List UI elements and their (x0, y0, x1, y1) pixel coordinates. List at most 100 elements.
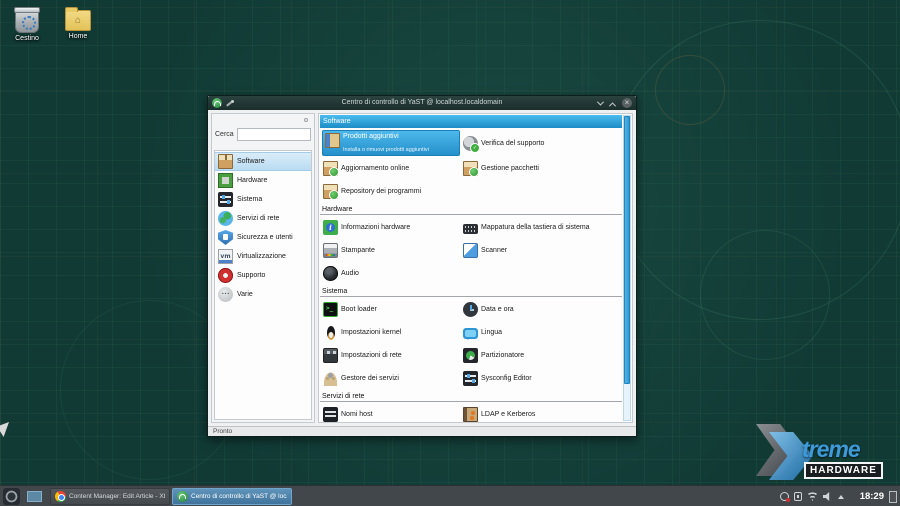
sidebar-item-label: Hardware (237, 177, 267, 184)
tile-label: Aggiornamento online (341, 165, 409, 172)
tile-scanner[interactable]: Scanner (462, 240, 620, 261)
show-desktop-button[interactable] (888, 489, 898, 504)
minimize-button[interactable] (597, 98, 604, 105)
globe-icon (218, 211, 233, 226)
section-grid-sistema: Boot loaderData e ora Impostazioni kernel… (322, 299, 620, 389)
section-grid-hardware: Informazioni hardware Mappatura della tas… (322, 217, 620, 284)
desktop-icon-home[interactable]: Home (51, 7, 105, 40)
tile-label: Gestore dei servizi (341, 375, 399, 382)
support-check-icon (463, 136, 478, 151)
search-label: Cerca (215, 131, 234, 138)
tile-label: LDAP e Kerberos (481, 411, 535, 418)
pin-icon[interactable] (226, 99, 234, 108)
sidebar-item-varie[interactable]: Varie (215, 285, 311, 304)
tile-gestione-pacchetti[interactable]: Gestione pacchetti (462, 158, 620, 179)
tile-stampante[interactable]: Stampante (322, 240, 460, 261)
app-launcher-button[interactable] (3, 488, 20, 505)
tile-data-e-ora[interactable]: Data e ora (462, 299, 620, 320)
sidebar-item-virtualizzazione[interactable]: Virtualizzazione (215, 247, 311, 266)
sidebar-item-sicurezza-e-utenti[interactable]: Sicurezza e utenti (215, 228, 311, 247)
bootloader-icon (323, 302, 338, 317)
tile-prodotti-aggiuntivi[interactable]: Prodotti aggiuntiviInstalla o rimuovi pr… (322, 130, 460, 156)
tile-verifica-del-supporto[interactable]: Verifica del supporto (462, 130, 620, 156)
tile-subtitle: Installa o rimuovi prodotti aggiuntivi (343, 147, 429, 153)
sidebar-item-software[interactable]: Software (215, 152, 311, 171)
tile-nomi-host[interactable]: Nomi host (322, 404, 460, 422)
tile-repository-dei-programmi[interactable]: Repository dei programmi (322, 181, 460, 202)
maximize-button[interactable] (609, 102, 616, 109)
clock[interactable]: 18:29 (860, 486, 884, 506)
dots-icon (218, 287, 233, 302)
home-folder-icon (65, 10, 91, 31)
tile-impostazioni-di-rete[interactable]: Impostazioni di rete (322, 345, 460, 366)
tile-label: Nomi host (341, 411, 373, 418)
search-input[interactable] (237, 128, 311, 141)
device-notifier-icon[interactable] (794, 492, 802, 501)
virtual-desktop-pager[interactable] (27, 491, 42, 502)
close-button[interactable] (622, 98, 632, 108)
sidebar-item-label: Sicurezza e utenti (237, 234, 293, 241)
window-title: Centro di controllo di YaST @ localhost.… (208, 96, 636, 110)
updates-icon[interactable] (780, 492, 789, 501)
sysconfig-icon (463, 371, 478, 386)
sidebar-item-supporto[interactable]: Supporto (215, 266, 311, 285)
task-label: Content Manager: Edit Article - Xtr... (69, 493, 165, 500)
update-package-icon (323, 161, 338, 176)
task-content-manager-edit-article-xtr[interactable]: Content Manager: Edit Article - Xtr... (50, 488, 170, 505)
tile-mappatura-della-tastiera-di-sistema[interactable]: Mappatura della tastiera di sistema (462, 217, 620, 238)
tile-impostazioni-kernel[interactable]: Impostazioni kernel (322, 322, 460, 343)
scrollbar[interactable] (623, 115, 631, 421)
scrollbar-thumb[interactable] (624, 116, 630, 384)
logo-hardware-text: HARDWARE (804, 462, 883, 479)
sidebar-handle-dot (304, 118, 308, 122)
hostname-icon (323, 407, 338, 422)
scanner-icon (463, 243, 478, 258)
tile-lingua[interactable]: Lingua (462, 322, 620, 343)
tile-label: Stampante (341, 247, 375, 254)
volume-icon[interactable] (823, 492, 833, 501)
section-header-hardware: Hardware (320, 204, 622, 215)
sliders-icon (218, 192, 233, 207)
package-icon (218, 154, 233, 169)
yast-window-icon (212, 98, 222, 108)
yast-window: Centro di controllo di YaST @ localhost.… (207, 95, 637, 437)
main-panel: SoftwareProdotti aggiuntiviInstalla o ri… (318, 113, 633, 423)
tile-audio[interactable]: Audio (322, 263, 460, 284)
tile-label: Partizionatore (481, 352, 524, 359)
lifebuoy-icon (218, 268, 233, 283)
tile-label: Mappatura della tastiera di sistema (481, 224, 590, 231)
tile-boot-loader[interactable]: Boot loader (322, 299, 460, 320)
sidebar-item-hardware[interactable]: Hardware (215, 171, 311, 190)
tile-informazioni-hardware[interactable]: Informazioni hardware (322, 217, 460, 238)
sidebar-item-label: Virtualizzazione (237, 253, 286, 260)
language-icon (463, 328, 478, 339)
tile-sysconfig-editor[interactable]: Sysconfig Editor (462, 368, 620, 389)
desktop-icon-label: Home (51, 33, 105, 40)
sidebar-item-servizi-di-rete[interactable]: Servizi di rete (215, 209, 311, 228)
sidebar: Cerca Software Hardware SistemaServizi di … (211, 113, 315, 423)
tile-aggiornamento-online[interactable]: Aggiornamento online (322, 158, 460, 179)
sidebar-item-label: Supporto (237, 272, 265, 279)
tile-label: Lingua (481, 329, 502, 336)
tile-ldap-e-kerberos[interactable]: LDAP e Kerberos (462, 404, 620, 422)
tile-partizionatore[interactable]: Partizionatore (462, 345, 620, 366)
tile-text: Prodotti aggiuntiviInstalla o rimuovi pr… (343, 133, 429, 153)
section-header-sistema: Sistema (320, 286, 622, 297)
tile-gestore-dei-servizi[interactable]: Gestore dei servizi (322, 368, 460, 389)
wifi-icon[interactable] (807, 492, 818, 501)
desktop-icon-cestino[interactable]: Cestino (0, 7, 54, 42)
tile-label: Impostazioni kernel (341, 329, 401, 336)
task-list: Content Manager: Edit Article - Xtr... Ce… (50, 488, 292, 505)
task-centro-di-controllo-di-yast-local[interactable]: Centro di controllo di YaST @ local... (172, 488, 292, 505)
expand-tray-icon[interactable] (838, 492, 844, 499)
taskbar: Content Manager: Edit Article - Xtr... Ce… (0, 485, 900, 506)
status-text: Pronto (213, 428, 232, 435)
tux-icon (323, 325, 338, 340)
sidebar-item-label: Varie (237, 291, 253, 298)
section-header-servizi-di-rete: Servizi di rete (320, 391, 622, 402)
titlebar[interactable]: Centro di controllo di YaST @ localhost.… (208, 96, 636, 110)
desktop-icon-label: Cestino (0, 35, 54, 42)
package-manager-icon (463, 161, 478, 176)
sidebar-item-sistema[interactable]: Sistema (215, 190, 311, 209)
logo-treme-text: treme (802, 436, 860, 463)
